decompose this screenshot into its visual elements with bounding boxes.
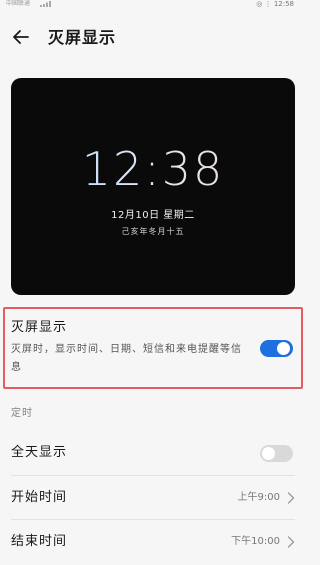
status-right-info: ◎ ⋮ 12:58 bbox=[256, 0, 294, 8]
back-arrow-icon[interactable] bbox=[11, 27, 31, 47]
schedule-section-label: 定时 bbox=[11, 408, 33, 419]
all-day-label: 全天显示 bbox=[11, 445, 68, 460]
page-title: 灭屏显示 bbox=[48, 28, 117, 47]
end-time-row[interactable]: 结束时间 下午10:00 bbox=[0, 520, 308, 564]
aod-toggle-knob bbox=[277, 342, 290, 355]
preview-clock: 12:38 bbox=[11, 144, 295, 194]
chevron-right-icon bbox=[287, 536, 295, 548]
aod-preview: 12:38 12月10日 星期二 己亥年冬月十五 bbox=[11, 78, 295, 295]
start-time-row[interactable]: 开始时间 上午9:00 bbox=[0, 476, 308, 520]
all-day-toggle-knob bbox=[262, 447, 275, 460]
end-time-label: 结束时间 bbox=[11, 534, 68, 549]
aod-setting-description: 灭屏时，显示时间、日期、短信和来电提醒等信息 bbox=[11, 344, 242, 373]
start-time-label: 开始时间 bbox=[11, 490, 68, 505]
header: 灭屏显示 bbox=[0, 20, 308, 58]
all-day-toggle[interactable] bbox=[260, 445, 293, 462]
end-time-value: 下午10:00 bbox=[231, 536, 280, 547]
start-time-value: 上午9:00 bbox=[237, 492, 280, 503]
aod-setting-title: 灭屏显示 bbox=[11, 320, 68, 335]
chevron-right-icon bbox=[287, 492, 295, 504]
signal-icon bbox=[40, 1, 51, 7]
preview-date: 12月10日 星期二 bbox=[111, 210, 195, 221]
carrier-label: 中国联通 bbox=[6, 0, 31, 7]
aod-toggle[interactable] bbox=[260, 340, 293, 357]
status-bar: 中国联通 ◎ ⋮ 12:58 bbox=[0, 0, 308, 12]
all-day-row[interactable]: 全天显示 bbox=[0, 431, 308, 475]
preview-lunar-date: 己亥年冬月十五 bbox=[121, 227, 185, 236]
